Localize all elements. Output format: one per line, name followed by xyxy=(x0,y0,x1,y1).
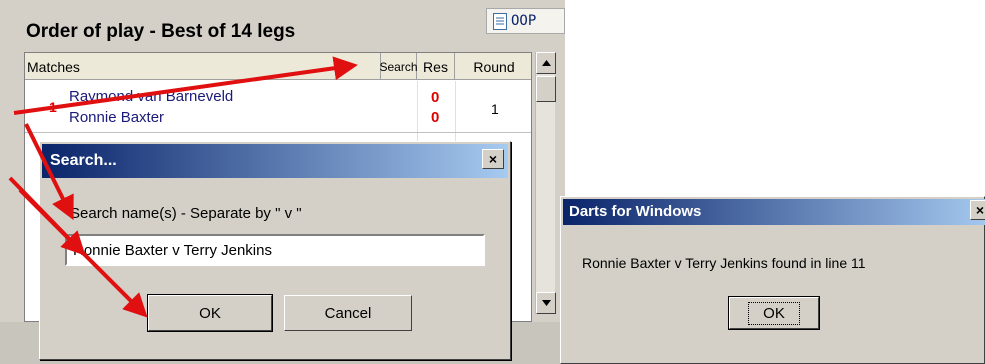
arrow-down-icon xyxy=(541,300,551,306)
header-matches[interactable]: Matches xyxy=(25,53,417,80)
message-box-title: Darts for Windows xyxy=(569,203,702,220)
scroll-thumb[interactable] xyxy=(536,76,556,102)
document-icon xyxy=(493,12,507,30)
player-1-name: Raymond van Barneveld xyxy=(69,88,234,105)
scroll-down-button[interactable] xyxy=(536,292,556,314)
message-box-title-bar[interactable]: Darts for Windows xyxy=(563,199,985,225)
cancel-button[interactable]: Cancel xyxy=(284,295,412,331)
page-title: Order of play - Best of 14 legs xyxy=(26,21,296,42)
message-ok-label: OK xyxy=(748,301,800,325)
ok-button[interactable]: OK xyxy=(147,294,273,332)
close-icon: × xyxy=(975,202,985,218)
player-1-result: 0 xyxy=(431,89,440,106)
search-prompt-label: Search name(s) - Separate by " v " xyxy=(70,205,302,222)
message-close-button[interactable]: × xyxy=(970,200,985,220)
header-search-button[interactable]: Search xyxy=(379,53,418,80)
vertical-scrollbar[interactable] xyxy=(535,52,556,314)
search-dialog-title-bar[interactable]: Search... xyxy=(42,144,508,178)
row-number: 1 xyxy=(49,99,57,115)
message-ok-button[interactable]: OK xyxy=(728,296,820,330)
search-input[interactable] xyxy=(65,234,485,266)
arrow-up-icon xyxy=(541,60,551,66)
grid-header: Matches Search Res Round xyxy=(25,53,531,80)
header-res[interactable]: Res xyxy=(417,53,455,80)
player-2-name: Ronnie Baxter xyxy=(69,109,165,126)
close-button[interactable]: × xyxy=(482,149,504,169)
search-dialog-title: Search... xyxy=(50,152,117,169)
result-message-box: Darts for Windows × Ronnie Baxter v Terr… xyxy=(560,196,985,364)
oop-button[interactable]: OOP xyxy=(486,8,565,34)
scroll-up-button[interactable] xyxy=(536,52,556,74)
message-text: Ronnie Baxter v Terry Jenkins found in l… xyxy=(582,255,866,271)
close-icon: × xyxy=(488,151,498,167)
header-round[interactable]: Round xyxy=(455,53,531,80)
oop-button-label: OOP xyxy=(511,13,537,29)
search-dialog: Search... × Search name(s) - Separate by… xyxy=(39,141,511,360)
player-2-result: 0 xyxy=(431,109,440,126)
table-row[interactable]: 1 Raymond van Barneveld Ronnie Baxter 0 … xyxy=(25,81,531,133)
round-value: 1 xyxy=(491,101,499,117)
